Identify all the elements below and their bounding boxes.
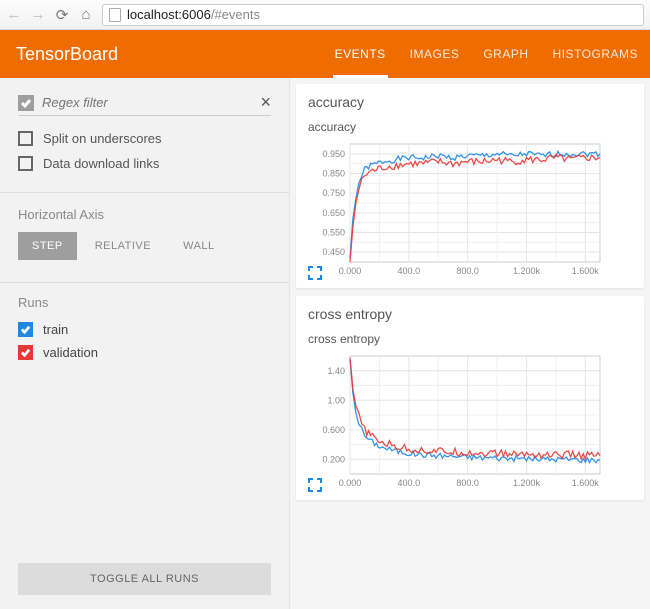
svg-text:0.600: 0.600 [322, 425, 345, 435]
tab-histograms[interactable]: HISTOGRAMS [541, 30, 650, 78]
svg-text:1.200k: 1.200k [513, 478, 541, 488]
cross-entropy-card: cross entropy cross entropy 0.200 0.600 1.00… [296, 296, 644, 500]
svg-text:0.650: 0.650 [322, 208, 345, 218]
forward-button[interactable]: → [30, 6, 46, 23]
chart-wrap: 0.450 0.550 0.650 0.750 0.850 0.950 0.000 400.0… [308, 140, 632, 280]
svg-text:1.40: 1.40 [327, 366, 345, 376]
label: Data download links [43, 156, 159, 171]
svg-text:0.000: 0.000 [339, 266, 362, 276]
horizontal-axis-label: Horizontal Axis [0, 193, 289, 232]
svg-text:0.550: 0.550 [322, 228, 345, 238]
run-label: validation [43, 345, 98, 360]
home-button[interactable]: ⌂ [78, 6, 94, 23]
cross-entropy-chart: 0.200 0.600 1.00 1.40 0.000 400.0 800.0 1.200k 1… [308, 352, 608, 492]
expand-icon[interactable] [308, 266, 322, 280]
svg-text:1.00: 1.00 [327, 395, 345, 405]
svg-text:400.0: 400.0 [398, 478, 421, 488]
page-icon [109, 8, 121, 22]
clear-filter-icon[interactable]: × [260, 92, 271, 113]
run-checkbox-icon [18, 345, 33, 360]
chart-title: cross entropy [308, 332, 632, 346]
svg-text:0.000: 0.000 [339, 478, 362, 488]
svg-text:800.0: 800.0 [456, 478, 479, 488]
top-tabs: EVENTSIMAGESGRAPHHISTOGRAMS [323, 30, 650, 78]
main-panel: accuracy accuracy 0.450 0.550 0.650 0.750 0.85… [290, 78, 650, 609]
svg-text:1.200k: 1.200k [513, 266, 541, 276]
runs-list: train validation [0, 318, 289, 364]
accuracy-chart: 0.450 0.550 0.650 0.750 0.850 0.950 0.000 400.0… [308, 140, 608, 280]
chart-wrap: 0.200 0.600 1.00 1.40 0.000 400.0 800.0 1.200k 1… [308, 352, 632, 492]
toggle-all-runs-button[interactable]: TOGGLE ALL RUNS [18, 563, 271, 595]
svg-text:800.0: 800.0 [456, 266, 479, 276]
svg-text:1.600k: 1.600k [572, 478, 600, 488]
reload-button[interactable]: ⟳ [54, 6, 70, 24]
url-text: localhost:6006/#events [127, 7, 637, 22]
split-underscores-row[interactable]: Split on underscores [18, 126, 271, 151]
browser-toolbar: ← → ⟳ ⌂ localhost:6006/#events [0, 0, 650, 30]
svg-text:0.450: 0.450 [322, 247, 345, 257]
tab-events[interactable]: EVENTS [323, 30, 398, 78]
app-header: TensorBoard EVENTSIMAGESGRAPHHISTOGRAMS [0, 30, 650, 78]
checkbox-icon [18, 156, 33, 171]
run-validation[interactable]: validation [0, 341, 289, 364]
expand-icon[interactable] [308, 478, 322, 492]
sidebar: × Split on underscores Data download lin… [0, 78, 290, 609]
runs-label: Runs [0, 283, 289, 318]
filter-checkbox-icon[interactable] [18, 95, 34, 111]
svg-text:0.750: 0.750 [322, 188, 345, 198]
address-bar[interactable]: localhost:6006/#events [102, 4, 644, 26]
data-download-row[interactable]: Data download links [18, 151, 271, 176]
chart-title: accuracy [308, 120, 632, 134]
card-section-title: accuracy [308, 94, 632, 110]
haxis-relative-button[interactable]: RELATIVE [81, 232, 165, 260]
label: Split on underscores [43, 131, 162, 146]
run-train[interactable]: train [0, 318, 289, 341]
haxis-step-button[interactable]: STEP [18, 232, 77, 260]
card-section-title: cross entropy [308, 306, 632, 322]
regex-filter-row: × [18, 92, 271, 116]
app-brand: TensorBoard [0, 44, 323, 65]
checkbox-icon [18, 131, 33, 146]
tab-graph[interactable]: GRAPH [471, 30, 540, 78]
svg-text:1.600k: 1.600k [572, 266, 600, 276]
back-button[interactable]: ← [6, 6, 22, 23]
haxis-wall-button[interactable]: WALL [169, 232, 229, 260]
run-label: train [43, 322, 68, 337]
accuracy-card: accuracy accuracy 0.450 0.550 0.650 0.750 0.85… [296, 84, 644, 288]
svg-text:0.950: 0.950 [322, 149, 345, 159]
regex-filter-input[interactable] [42, 95, 252, 110]
svg-text:400.0: 400.0 [398, 266, 421, 276]
horizontal-axis-options: STEPRELATIVEWALL [0, 232, 289, 272]
run-checkbox-icon [18, 322, 33, 337]
tab-images[interactable]: IMAGES [398, 30, 472, 78]
svg-text:0.200: 0.200 [322, 454, 345, 464]
svg-text:0.850: 0.850 [322, 169, 345, 179]
